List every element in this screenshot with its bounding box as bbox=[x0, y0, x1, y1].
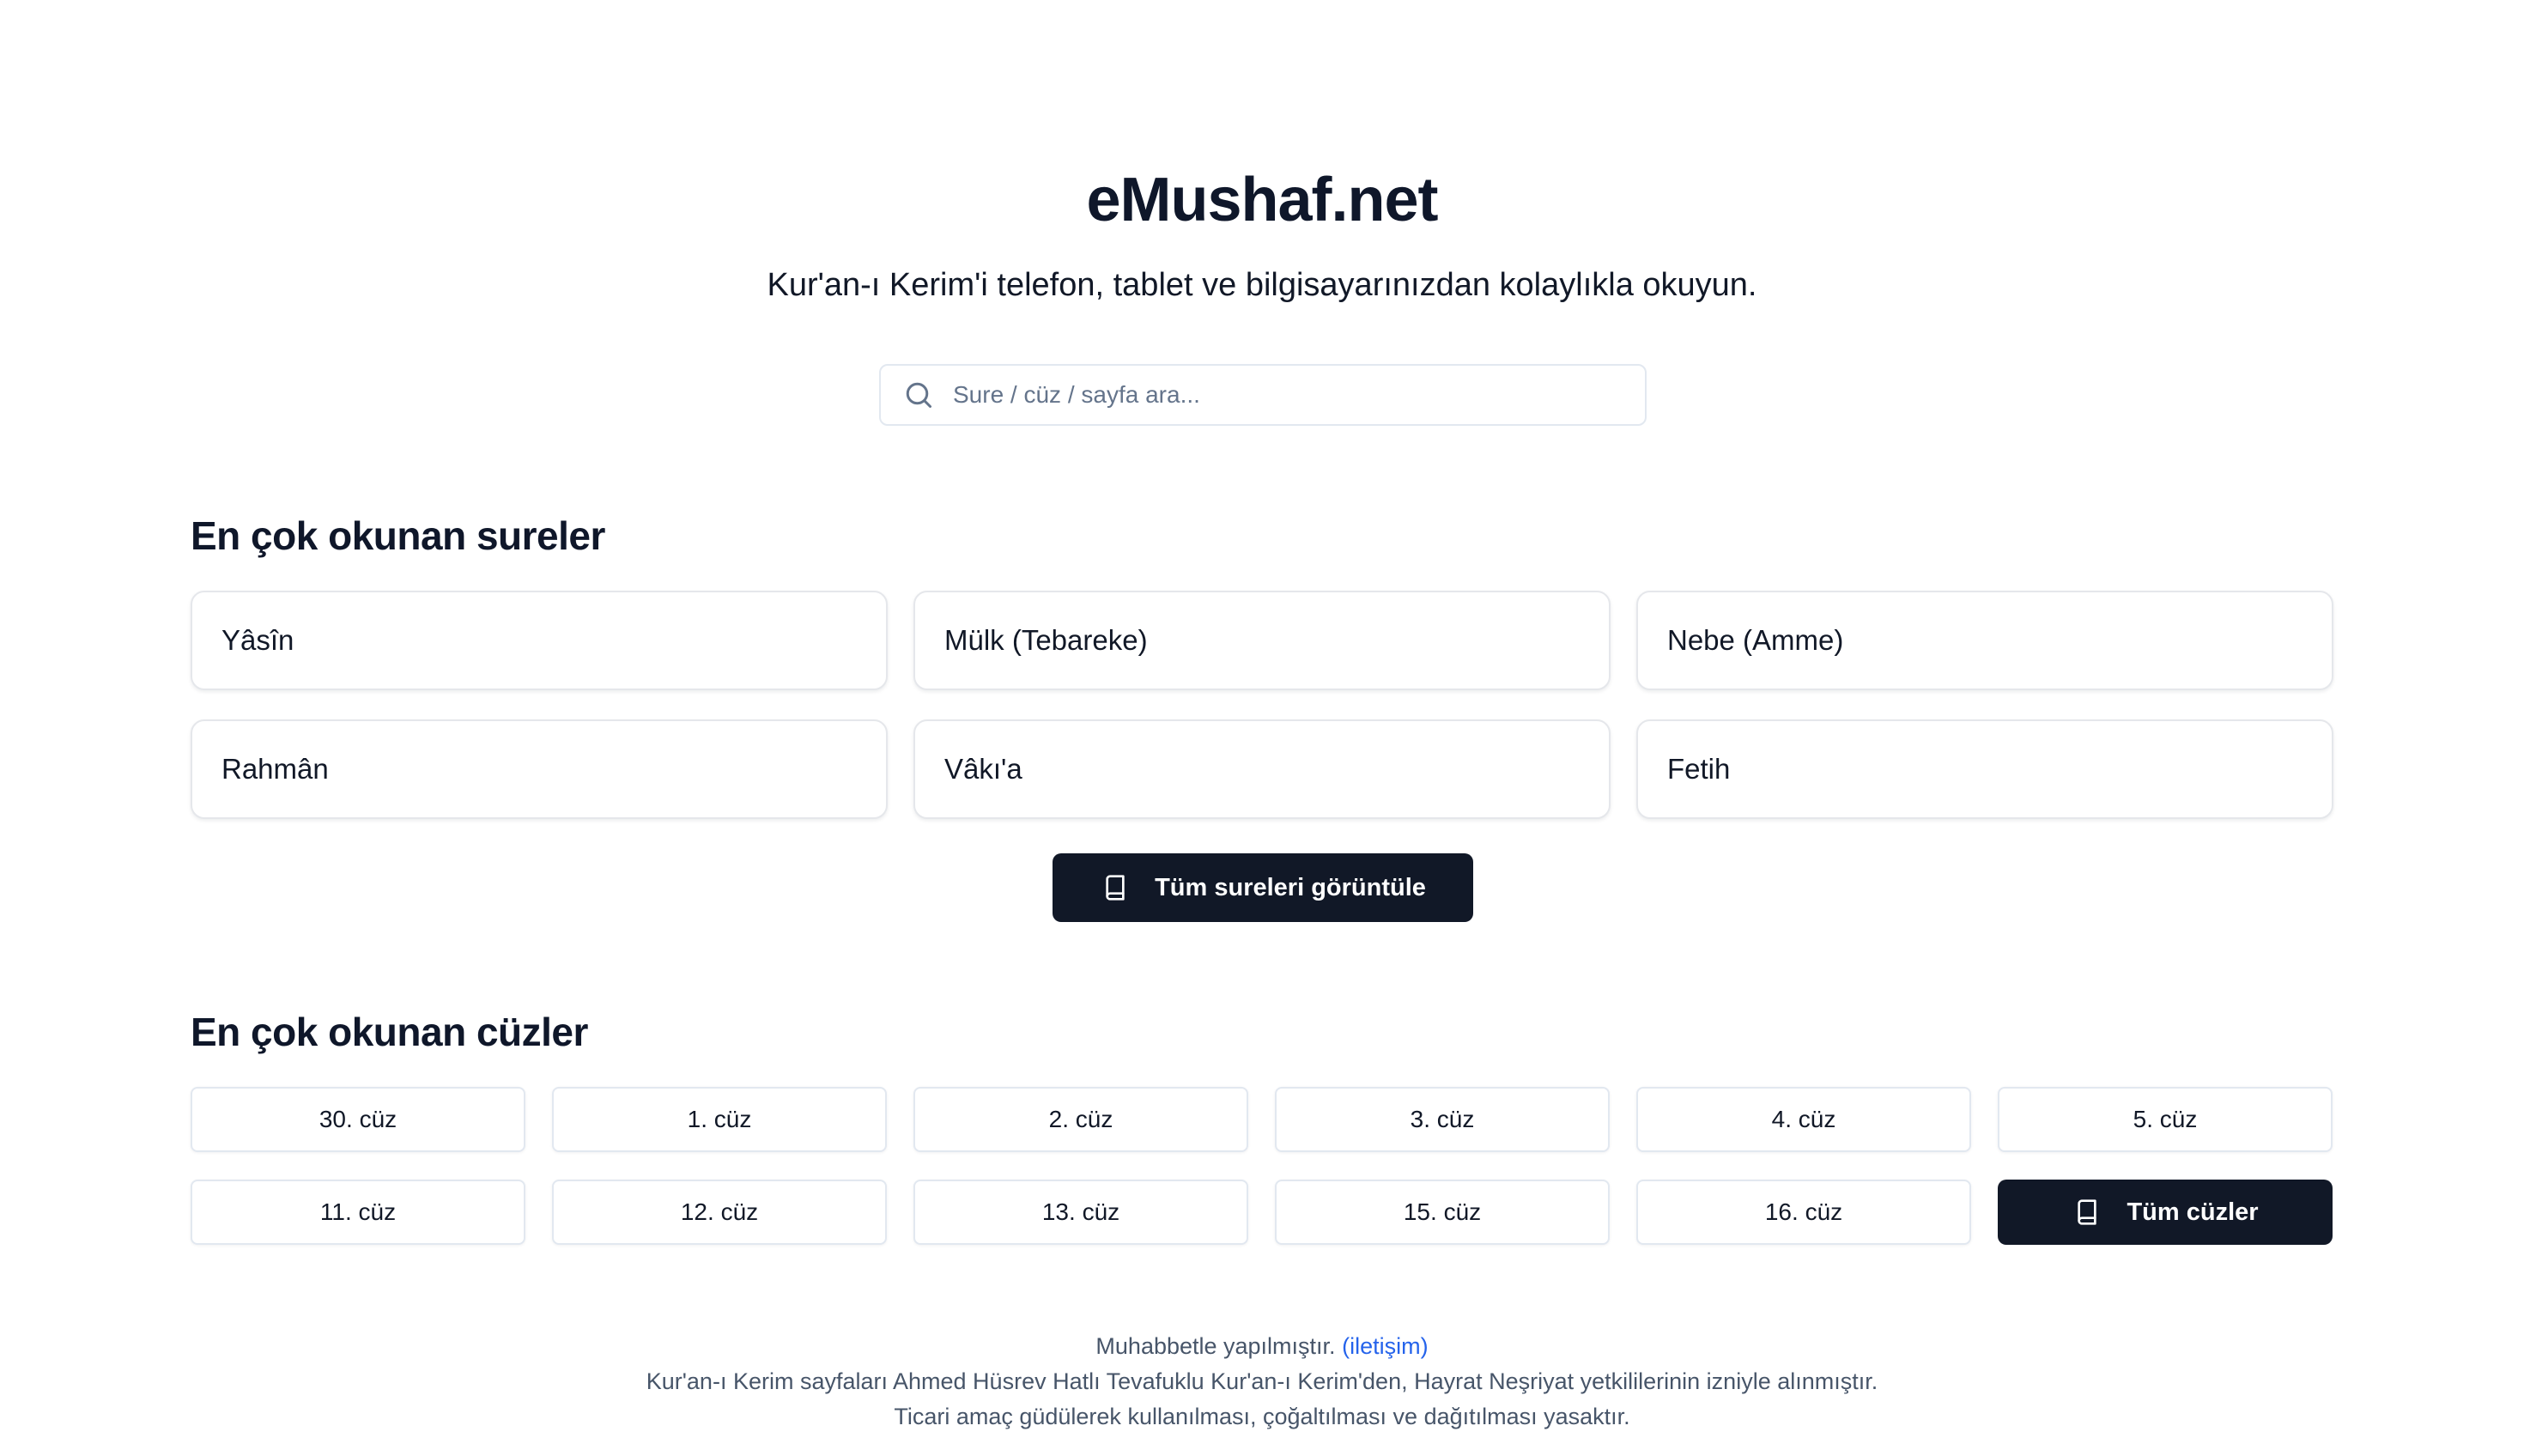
sure-card-yasin[interactable]: Yâsîn bbox=[191, 591, 888, 690]
search-icon bbox=[901, 378, 936, 412]
cuz-card-12[interactable]: 12. cüz bbox=[552, 1180, 887, 1245]
sure-card-fetih[interactable]: Fetih bbox=[1636, 719, 2333, 819]
sure-card-vakia[interactable]: Vâkı'a bbox=[913, 719, 1611, 819]
cuz-card-30[interactable]: 30. cüz bbox=[191, 1087, 525, 1152]
cuz-card-16[interactable]: 16. cüz bbox=[1636, 1180, 1971, 1245]
search-input[interactable] bbox=[951, 368, 1645, 422]
site-title: eMushaf.net bbox=[1086, 166, 1438, 234]
popular-sures-heading: En çok okunan sureler bbox=[191, 513, 605, 558]
cuz-card-1[interactable]: 1. cüz bbox=[552, 1087, 887, 1152]
sure-card-mulk[interactable]: Mülk (Tebareke) bbox=[913, 591, 1611, 690]
contact-link[interactable]: (iletişim) bbox=[1342, 1333, 1429, 1359]
cuz-card-2[interactable]: 2. cüz bbox=[913, 1087, 1248, 1152]
sure-grid: Yâsîn Mülk (Tebareke) Nebe (Amme) Rahmân… bbox=[191, 591, 2333, 819]
all-sures-button[interactable]: Tüm sureleri görüntüle bbox=[1053, 853, 1473, 922]
all-cuz-button[interactable]: Tüm cüzler bbox=[1998, 1180, 2333, 1245]
page: eMushaf.net Kur'an-ı Kerim'i telefon, ta… bbox=[0, 0, 2524, 1456]
footer-line-2: Kur'an-ı Kerim sayfaları Ahmed Hüsrev Ha… bbox=[646, 1368, 1878, 1394]
site-subtitle: Kur'an-ı Kerim'i telefon, tablet ve bilg… bbox=[767, 267, 1757, 303]
cuz-card-3[interactable]: 3. cüz bbox=[1275, 1087, 1610, 1152]
search-box[interactable] bbox=[879, 364, 1647, 426]
cuz-card-11[interactable]: 11. cüz bbox=[191, 1180, 525, 1245]
cuz-grid: 30. cüz 1. cüz 2. cüz 3. cüz 4. cüz 5. c… bbox=[191, 1087, 2333, 1245]
all-sures-button-label: Tüm sureleri görüntüle bbox=[1155, 873, 1426, 901]
footer-made-with-love: Muhabbetle yapılmıştır. bbox=[1095, 1333, 1336, 1359]
popular-cuz-heading: En çok okunan cüzler bbox=[191, 1010, 588, 1054]
book-icon bbox=[1100, 872, 1131, 903]
cuz-card-15[interactable]: 15. cüz bbox=[1275, 1180, 1610, 1245]
sure-card-rahman[interactable]: Rahmân bbox=[191, 719, 888, 819]
all-cuz-button-label: Tüm cüzler bbox=[2127, 1198, 2259, 1226]
cuz-card-13[interactable]: 13. cüz bbox=[913, 1180, 1248, 1245]
book-icon bbox=[2072, 1197, 2102, 1228]
footer-line-3: Ticari amaç güdülerek kullanılması, çoğa… bbox=[894, 1404, 1630, 1429]
footer: Muhabbetle yapılmıştır. (iletişim) Kur'a… bbox=[0, 1329, 2524, 1435]
sure-card-nebe[interactable]: Nebe (Amme) bbox=[1636, 591, 2333, 690]
cuz-card-4[interactable]: 4. cüz bbox=[1636, 1087, 1971, 1152]
cuz-card-5[interactable]: 5. cüz bbox=[1998, 1087, 2333, 1152]
footer-line-1: Muhabbetle yapılmıştır. (iletişim) bbox=[0, 1329, 2524, 1364]
